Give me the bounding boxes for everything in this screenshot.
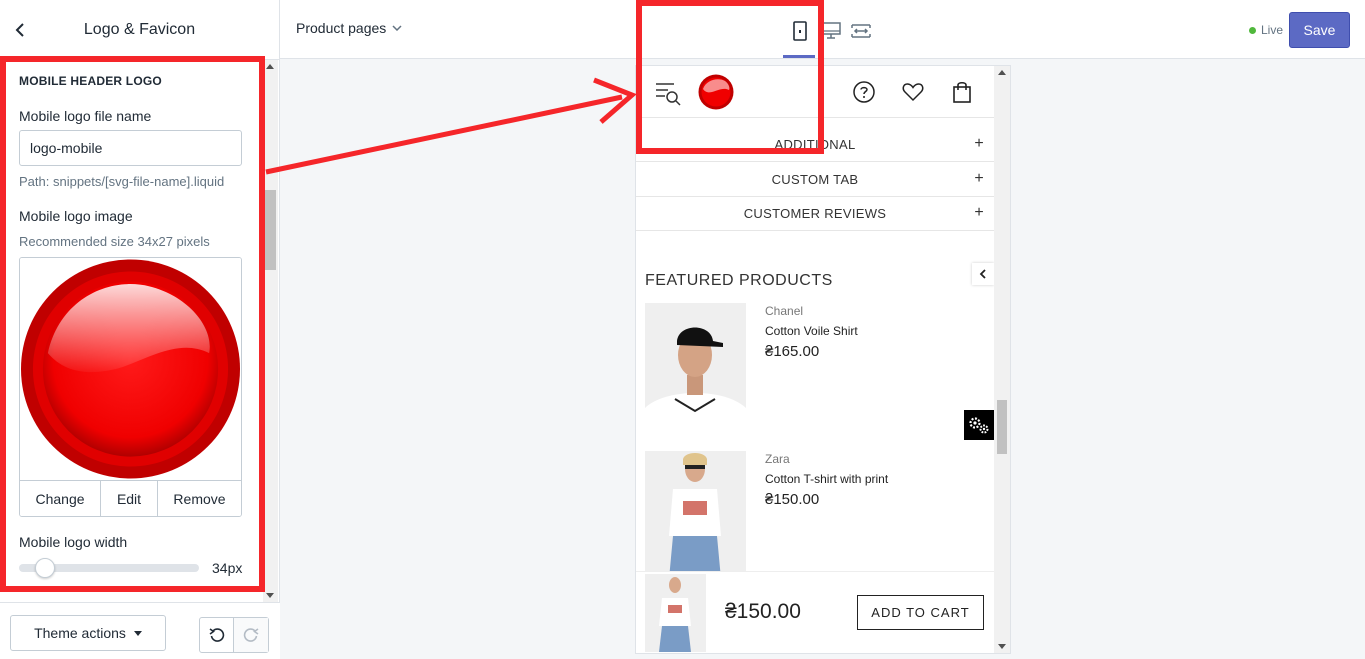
cart-button[interactable]	[949, 79, 975, 105]
plus-icon: +	[974, 135, 984, 152]
scroll-down-arrow-icon[interactable]	[998, 644, 1006, 649]
back-button[interactable]	[10, 20, 30, 40]
heart-icon	[902, 83, 924, 102]
redo-icon	[243, 628, 259, 642]
theme-actions-label: Theme actions	[34, 625, 126, 641]
store-logo[interactable]	[698, 74, 734, 110]
page-type-label: Product pages	[296, 20, 387, 36]
mobile-preview[interactable]: ADDITIONAL + CUSTOM TAB + CUSTOMER REVIE…	[636, 66, 1010, 653]
live-label: Live	[1261, 23, 1284, 37]
caret-down-icon	[133, 630, 142, 636]
remove-image-button[interactable]: Remove	[158, 481, 241, 516]
chevron-left-icon	[979, 269, 986, 279]
undo-button[interactable]	[200, 618, 235, 652]
product-name[interactable]: Cotton T-shirt with print	[765, 472, 888, 486]
logo-image-label: Mobile logo image	[19, 208, 133, 224]
file-path-help: Path: snippets/[svg-file-name].liquid	[19, 174, 225, 189]
product-photo-model-tshirt	[645, 451, 746, 579]
mobile-device-icon	[793, 21, 807, 41]
accordion-customer-reviews[interactable]: CUSTOMER REVIEWS +	[636, 197, 994, 231]
theme-actions-button[interactable]: Theme actions	[10, 615, 166, 651]
page-type-select[interactable]: Product pages	[296, 20, 402, 36]
add-to-cart-button[interactable]: ADD TO CART	[857, 595, 984, 630]
preview-scrollbar[interactable]	[994, 66, 1010, 653]
section-heading: MOBILE HEADER LOGO	[19, 74, 162, 88]
logo-image-actions: Change Edit Remove	[20, 480, 241, 516]
sticky-add-to-cart-bar: ₴150.00 ADD TO CART	[636, 571, 994, 653]
scrollbar-thumb[interactable]	[997, 400, 1007, 454]
editor-topbar: Product pages Live Save	[280, 0, 1365, 59]
logo-image-picker: Change Edit Remove	[19, 257, 242, 517]
shopping-bag-icon	[953, 81, 971, 103]
sticky-price: ₴150.00	[725, 600, 801, 623]
active-device-indicator	[783, 55, 815, 58]
logo-width-value: 34px	[212, 560, 243, 576]
logo-image-preview	[20, 258, 241, 480]
product-photo-model-cap	[645, 303, 746, 431]
desktop-icon	[821, 22, 841, 39]
undo-redo-group	[199, 617, 269, 653]
chevron-left-icon	[15, 23, 24, 37]
product-image[interactable]	[645, 451, 746, 579]
live-dot-icon	[1249, 26, 1256, 34]
product-price: ₴165.00	[765, 343, 820, 360]
editor-sidebar: Logo & Favicon MOBILE HEADER LOGO Mobile…	[0, 0, 280, 659]
question-circle-icon	[853, 81, 875, 103]
logo-width-slider[interactable]	[19, 558, 199, 578]
red-ball-logo-icon	[698, 74, 734, 110]
sidebar-scrollbar[interactable]	[263, 60, 278, 602]
expand-width-icon	[851, 24, 871, 38]
red-ball-logo-image	[20, 259, 241, 479]
plus-icon: +	[974, 170, 984, 187]
product-image[interactable]	[645, 303, 746, 431]
gears-icon	[969, 417, 989, 434]
logo-width-control: 34px	[19, 558, 243, 578]
fullscreen-view-button[interactable]	[850, 20, 872, 42]
redo-button[interactable]	[234, 618, 268, 652]
featured-products-title: FEATURED PRODUCTS	[645, 272, 833, 289]
save-button[interactable]: Save	[1289, 12, 1350, 48]
settings-scroll-area[interactable]: MOBILE HEADER LOGO Mobile logo file name…	[0, 60, 280, 602]
scroll-up-arrow-icon[interactable]	[266, 64, 274, 69]
accordion-label: ADDITIONAL	[774, 137, 856, 152]
store-header	[636, 66, 994, 118]
logo-width-label: Mobile logo width	[19, 534, 128, 550]
sidebar-footer: Theme actions	[0, 602, 280, 659]
accordion-custom-tab[interactable]: CUSTOM TAB +	[636, 163, 994, 197]
product-brand: Chanel	[765, 304, 804, 318]
wishlist-button[interactable]	[900, 79, 926, 105]
menu-search-button[interactable]	[654, 79, 682, 107]
live-status: Live	[1249, 23, 1283, 37]
mobile-view-button[interactable]	[789, 20, 811, 42]
desktop-view-button[interactable]	[820, 20, 842, 42]
logo-image-help: Recommended size 34x27 pixels	[19, 234, 210, 249]
accordion-additional[interactable]: ADDITIONAL +	[636, 128, 994, 162]
sidebar-title: Logo & Favicon	[83, 20, 196, 38]
undo-icon	[209, 628, 224, 642]
accordion-label: CUSTOMER REVIEWS	[743, 206, 887, 221]
menu-search-icon	[656, 83, 681, 106]
chevron-down-icon	[392, 25, 402, 31]
scroll-down-arrow-icon[interactable]	[266, 593, 274, 598]
product-price: ₴150.00	[765, 491, 820, 508]
accordion-label: CUSTOM TAB	[771, 172, 859, 187]
product-brand: Zara	[765, 452, 790, 466]
sticky-product-thumbnail	[645, 574, 706, 652]
collapse-panel-button[interactable]	[972, 263, 994, 285]
product-thumbnail-photo	[645, 574, 706, 652]
edit-image-button[interactable]: Edit	[101, 481, 158, 516]
slider-thumb[interactable]	[35, 558, 55, 578]
plus-icon: +	[974, 204, 984, 221]
logo-file-name-input[interactable]	[19, 130, 242, 166]
scroll-up-arrow-icon[interactable]	[998, 70, 1006, 75]
help-button[interactable]	[851, 79, 877, 105]
change-image-button[interactable]: Change	[20, 481, 101, 516]
settings-gear-button[interactable]	[964, 410, 994, 440]
sidebar-header: Logo & Favicon	[0, 0, 279, 60]
product-name[interactable]: Cotton Voile Shirt	[765, 324, 858, 338]
file-name-label: Mobile logo file name	[19, 108, 152, 124]
scrollbar-thumb[interactable]	[265, 190, 276, 270]
